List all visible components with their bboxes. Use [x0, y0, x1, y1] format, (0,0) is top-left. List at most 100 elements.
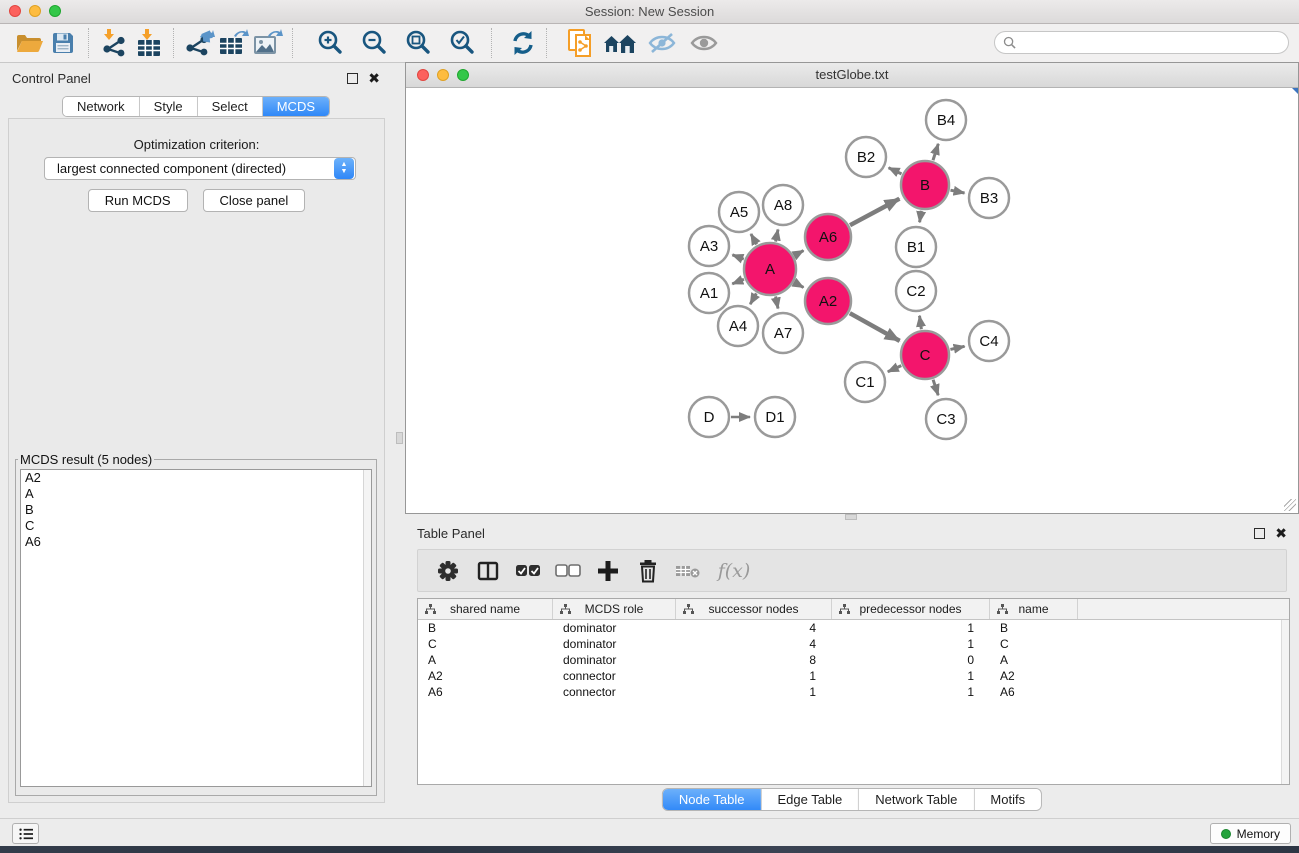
graph-edge-B-B2[interactable] [889, 168, 902, 174]
refresh-view-button[interactable] [506, 27, 540, 59]
houses-button[interactable] [603, 27, 637, 59]
table-cell[interactable]: connector [553, 684, 676, 700]
graph-edge-A-A5[interactable] [751, 234, 757, 244]
graph-node-A6[interactable]: A6 [805, 214, 851, 260]
graph-node-A7[interactable]: A7 [763, 313, 803, 353]
graph-node-A[interactable]: A [744, 243, 796, 295]
table-cell[interactable]: B [990, 620, 1078, 636]
table-cell[interactable]: A2 [418, 668, 553, 684]
graph-node-B3[interactable]: B3 [969, 178, 1009, 218]
close-table-panel-icon[interactable]: ✖ [1275, 528, 1287, 539]
table-scrollbar[interactable] [1281, 620, 1289, 784]
table-cell[interactable]: connector [553, 668, 676, 684]
tab-node-table[interactable]: Node Table [663, 789, 762, 811]
graph-edge-A-A7[interactable] [776, 296, 778, 308]
graph-node-C2[interactable]: C2 [896, 271, 936, 311]
hide-selected-button[interactable] [645, 27, 679, 59]
minimize-window-button[interactable] [29, 5, 41, 17]
graph-edge-C-C4[interactable] [950, 346, 964, 349]
table-settings-button[interactable] [430, 555, 466, 587]
minimize-network-button[interactable] [437, 69, 449, 81]
close-window-button[interactable] [9, 5, 21, 17]
graph-node-A5[interactable]: A5 [719, 192, 759, 232]
search-input[interactable] [1021, 36, 1288, 50]
graph-node-C1[interactable]: C1 [845, 362, 885, 402]
table-row[interactable]: Adominator80A [418, 652, 1289, 668]
import-table-button[interactable] [131, 27, 165, 59]
table-row[interactable]: A2connector11A2 [418, 668, 1289, 684]
import-network-button[interactable] [97, 27, 131, 59]
select-all-button[interactable] [510, 555, 546, 587]
table-cell[interactable]: 1 [832, 668, 990, 684]
table-cell[interactable]: A [990, 652, 1078, 668]
show-hidden-button[interactable] [687, 27, 721, 59]
float-panel-icon[interactable] [347, 73, 358, 84]
zoom-fit-button[interactable] [401, 27, 435, 59]
table-cell[interactable]: A6 [990, 684, 1078, 700]
tab-network[interactable]: Network [63, 97, 140, 116]
table-row[interactable]: Cdominator41C [418, 636, 1289, 652]
column-header-name[interactable]: name [990, 599, 1078, 619]
resize-grip-icon[interactable] [1284, 499, 1296, 511]
graph-node-A4[interactable]: A4 [718, 306, 758, 346]
deselect-all-button[interactable] [550, 555, 586, 587]
graph-node-D[interactable]: D [689, 397, 729, 437]
table-cell[interactable]: A2 [990, 668, 1078, 684]
window-controls[interactable] [9, 5, 61, 17]
column-header-shared-name[interactable]: shared name [418, 599, 553, 619]
table-row[interactable]: Bdominator41B [418, 620, 1289, 636]
close-panel-icon[interactable]: ✖ [368, 73, 380, 84]
table-cell[interactable]: A6 [418, 684, 553, 700]
graph-node-A8[interactable]: A8 [763, 185, 803, 225]
save-session-button[interactable] [46, 27, 80, 59]
network-window-controls[interactable] [417, 69, 469, 81]
memory-button[interactable]: Memory [1210, 823, 1291, 844]
graph-edge-B-B3[interactable] [950, 190, 964, 193]
graph-edge-A6-B[interactable] [850, 199, 899, 225]
mcds-result-list[interactable]: A2ABCA6 [20, 469, 372, 787]
graph-node-B[interactable]: B [901, 161, 949, 209]
graph-node-A2[interactable]: A2 [805, 278, 851, 324]
graph-node-B4[interactable]: B4 [926, 100, 966, 140]
maximize-network-button[interactable] [457, 69, 469, 81]
graph-edge-A-A3[interactable] [732, 255, 743, 259]
table-cell[interactable]: 1 [676, 668, 832, 684]
optimization-criterion-select[interactable]: largest connected component (directed) ▲… [44, 157, 356, 180]
run-mcds-button[interactable]: Run MCDS [88, 189, 188, 212]
result-list-scrollbar[interactable] [363, 470, 371, 786]
delete-column-button[interactable] [630, 555, 666, 587]
column-header-successor-nodes[interactable]: successor nodes [676, 599, 832, 619]
horizontal-split-handle[interactable] [396, 432, 403, 444]
task-history-button[interactable] [12, 823, 39, 844]
graph-edge-A-A2[interactable] [795, 283, 804, 288]
graph-edge-C-C2[interactable] [919, 316, 921, 329]
export-network-button[interactable] [182, 27, 216, 59]
graph-edge-A-A6[interactable] [795, 251, 804, 256]
open-file-button[interactable] [12, 27, 46, 59]
graph-edge-C-C1[interactable] [888, 366, 901, 372]
table-cell[interactable]: 4 [676, 636, 832, 652]
graph-node-B2[interactable]: B2 [846, 137, 886, 177]
result-item[interactable]: C [21, 518, 371, 534]
node-table[interactable]: shared nameMCDS rolesuccessor nodesprede… [417, 598, 1290, 785]
graph-node-C[interactable]: C [901, 331, 949, 379]
table-cell[interactable]: 8 [676, 652, 832, 668]
search-box[interactable] [994, 31, 1289, 54]
close-network-button[interactable] [417, 69, 429, 81]
graph-edge-A-A1[interactable] [732, 279, 744, 284]
tab-style[interactable]: Style [140, 97, 198, 116]
graph-edge-A-A4[interactable] [750, 293, 756, 304]
table-cell[interactable]: 1 [676, 684, 832, 700]
column-visibility-button[interactable] [470, 555, 506, 587]
zoom-selected-button[interactable] [445, 27, 479, 59]
table-cell[interactable]: 4 [676, 620, 832, 636]
graph-node-C4[interactable]: C4 [969, 321, 1009, 361]
export-image-button[interactable] [250, 27, 284, 59]
table-cell[interactable]: B [418, 620, 553, 636]
float-table-panel-icon[interactable] [1254, 528, 1265, 539]
graph-edge-A2-C[interactable] [850, 313, 900, 341]
column-header-predecessor-nodes[interactable]: predecessor nodes [832, 599, 990, 619]
graph-edge-C-C3[interactable] [933, 380, 938, 396]
table-cell[interactable]: C [418, 636, 553, 652]
close-panel-button[interactable]: Close panel [203, 189, 306, 212]
